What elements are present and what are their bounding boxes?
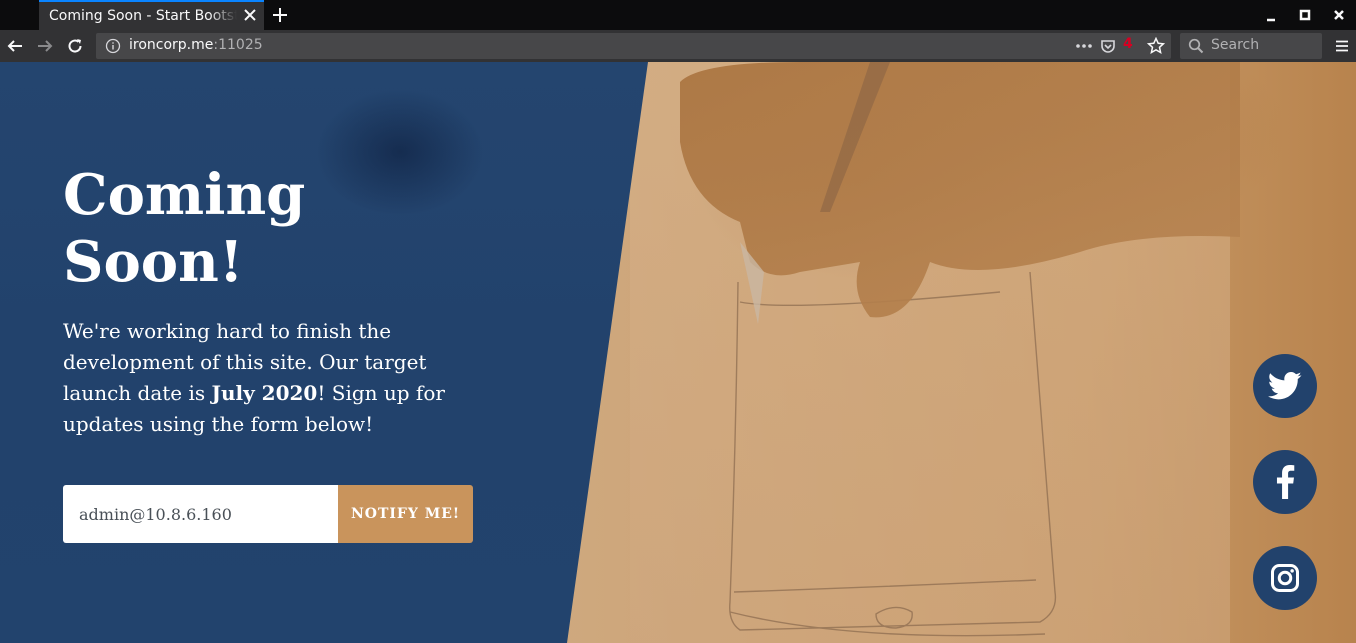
twitter-link[interactable] xyxy=(1253,354,1317,418)
menu-icon[interactable] xyxy=(1334,38,1350,54)
instagram-link[interactable] xyxy=(1253,546,1317,610)
maximize-icon[interactable] xyxy=(1298,8,1312,22)
url-host: ironcorp.me xyxy=(129,37,214,53)
email-input[interactable] xyxy=(63,485,338,543)
reload-icon[interactable] xyxy=(66,37,84,55)
window-close-icon[interactable] xyxy=(1332,8,1346,22)
pocket-badge-count: 4 xyxy=(1123,36,1133,52)
page-title: Coming Soon! xyxy=(63,162,493,296)
launch-date: July 2020 xyxy=(211,381,318,405)
facebook-icon xyxy=(1276,465,1295,499)
tab-strip: Coming Soon - Start Bootstrap Theme xyxy=(0,0,1356,30)
page-title-line2: Soon! xyxy=(63,229,244,295)
search-icon xyxy=(1188,38,1204,54)
search-bar[interactable]: Search xyxy=(1180,33,1322,59)
url-port: :11025 xyxy=(213,37,263,53)
signup-form: NOTIFY ME! xyxy=(63,485,473,543)
close-icon[interactable] xyxy=(242,7,258,23)
masthead: Coming Soon! We're working hard to finis… xyxy=(63,162,493,440)
notify-button[interactable]: NOTIFY ME! xyxy=(338,485,473,543)
pocket-icon[interactable] xyxy=(1100,38,1116,54)
page-actions-icon[interactable] xyxy=(1075,39,1093,53)
page-content: Coming Soon! We're working hard to finis… xyxy=(0,62,1356,643)
url-bar[interactable]: ironcorp.me:11025 xyxy=(96,33,1171,59)
hand-with-pencil xyxy=(680,62,1240,324)
tab-title: Coming Soon - Start Bootstrap Theme xyxy=(49,8,237,24)
navigation-toolbar: ironcorp.me:11025 4 Search xyxy=(0,30,1356,62)
forward-icon[interactable] xyxy=(36,37,54,55)
instagram-icon xyxy=(1271,564,1299,592)
lead-text: We're working hard to finish the develop… xyxy=(63,316,473,440)
search-placeholder: Search xyxy=(1211,37,1260,53)
back-icon[interactable] xyxy=(6,37,24,55)
url-text[interactable]: ironcorp.me:11025 xyxy=(129,37,263,53)
new-tab-icon[interactable] xyxy=(270,5,290,25)
bookmark-star-icon[interactable] xyxy=(1147,37,1165,55)
twitter-icon xyxy=(1268,371,1302,400)
browser-tab[interactable]: Coming Soon - Start Bootstrap Theme xyxy=(39,0,264,30)
facebook-link[interactable] xyxy=(1253,450,1317,514)
page-title-line1: Coming xyxy=(63,162,306,228)
info-icon[interactable] xyxy=(105,38,121,54)
minimize-icon[interactable] xyxy=(1264,8,1278,22)
